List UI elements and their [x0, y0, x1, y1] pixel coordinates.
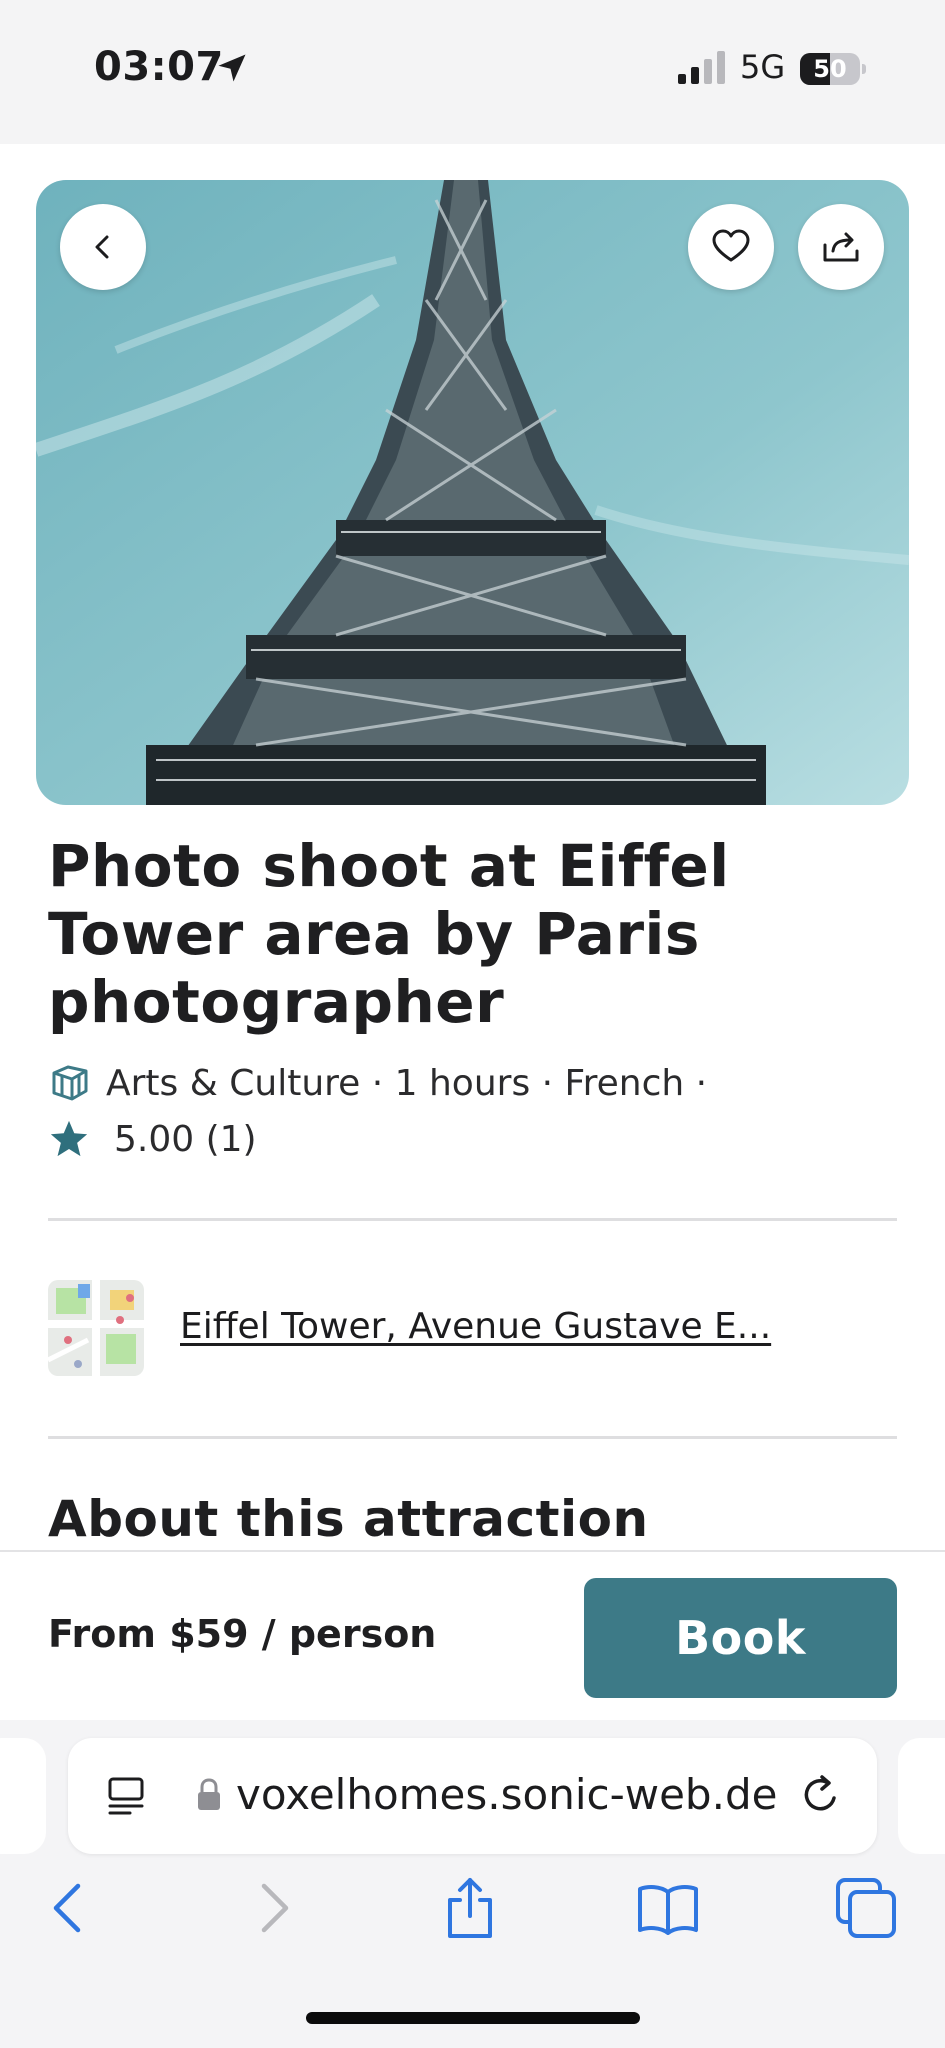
url-text[interactable]: voxelhomes.sonic-web.de: [236, 1770, 777, 1819]
listing-title: Photo shoot at Eiffel Tower area by Pari…: [48, 832, 730, 1036]
about-heading: About this attraction: [48, 1490, 649, 1548]
category-icon: [52, 1065, 88, 1101]
map-thumbnail[interactable]: [48, 1280, 144, 1376]
divider: [48, 1218, 897, 1221]
address-link[interactable]: Eiffel Tower, Avenue Gustave E...: [180, 1306, 771, 1347]
favorite-button[interactable]: [688, 204, 774, 290]
heart-icon: [712, 229, 750, 262]
next-tab-preview[interactable]: [898, 1738, 945, 1854]
back-arrow-icon: [95, 235, 109, 259]
star-icon: [50, 1120, 88, 1157]
address-bar[interactable]: voxelhomes.sonic-web.de: [68, 1738, 877, 1854]
status-bar: 03:07 5G 50: [0, 0, 945, 144]
home-indicator[interactable]: [306, 2012, 640, 2024]
battery-level: 50: [813, 55, 847, 83]
browser-share-icon[interactable]: [438, 1876, 502, 1940]
reader-mode-icon[interactable]: [104, 1774, 148, 1818]
price-text: From $59 / person: [48, 1612, 437, 1656]
share-button[interactable]: [798, 204, 884, 290]
tabs-icon[interactable]: [834, 1876, 898, 1940]
bookmarks-icon[interactable]: [636, 1876, 700, 1940]
divider: [48, 1436, 897, 1439]
eiffel-tower-photo: [36, 180, 909, 805]
previous-tab-preview[interactable]: [0, 1738, 46, 1854]
reload-icon[interactable]: [798, 1772, 844, 1818]
browser-forward-icon[interactable]: [240, 1876, 304, 1940]
location-arrow-icon: [218, 54, 246, 82]
browser-chrome: voxelhomes.sonic-web.de: [0, 1720, 945, 2048]
back-button[interactable]: [60, 204, 146, 290]
listing-meta: Arts & Culture · 1 hours · French ·: [48, 1058, 707, 1108]
listing-meta-text: Arts & Culture · 1 hours · French ·: [106, 1062, 708, 1104]
lock-icon: [198, 1778, 220, 1810]
battery-icon: 50: [800, 53, 866, 85]
status-time: 03:07: [94, 44, 224, 90]
browser-back-icon[interactable]: [38, 1876, 102, 1940]
rating-text: 5.00 (1): [114, 1118, 257, 1160]
listing-rating: 5.00 (1): [48, 1114, 257, 1164]
network-type: 5G: [740, 48, 786, 86]
share-icon: [823, 232, 859, 262]
booking-bar: From $59 / person Book: [0, 1550, 945, 1722]
book-button[interactable]: Book: [584, 1578, 897, 1698]
hero-image: [36, 180, 909, 805]
signal-icon: [678, 51, 725, 84]
